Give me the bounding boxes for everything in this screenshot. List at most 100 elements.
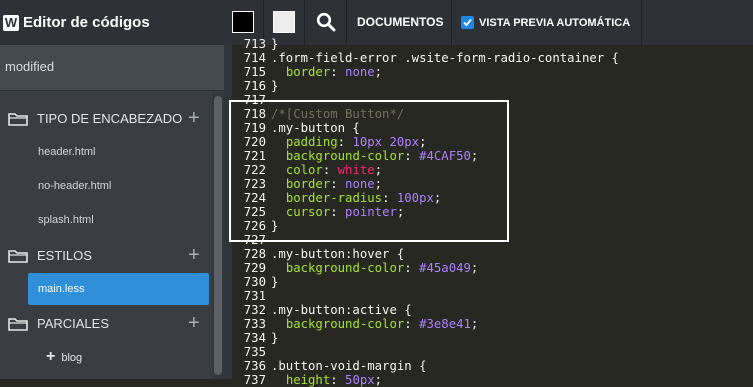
code-token: : (404, 149, 420, 163)
file-sidebar: W Editor de códigos modified TIPO DE ENC… (0, 0, 224, 379)
code-line[interactable] (271, 93, 753, 107)
pane-divider[interactable] (224, 45, 232, 379)
code-token: padding (285, 135, 338, 149)
code-token: white (337, 163, 375, 177)
line-number: 729 (243, 261, 266, 275)
checkbox-checked-icon[interactable] (461, 16, 474, 29)
code-token: : (382, 191, 397, 205)
code-line[interactable]: background-color: #45a049; (271, 261, 753, 275)
code-line[interactable]: } (271, 219, 753, 233)
code-token: ; (374, 65, 383, 79)
folder-label: PARCIALES (37, 315, 110, 331)
code-token: pointer (345, 205, 397, 219)
line-number: 725 (243, 205, 266, 219)
line-number: 722 (243, 163, 266, 177)
line-number: 723 (243, 177, 266, 191)
code-token: background-color (285, 149, 405, 163)
code-line[interactable] (271, 345, 753, 359)
code-line[interactable]: color: white; (271, 163, 753, 177)
line-number: 716 (243, 79, 266, 93)
code-line[interactable]: cursor: pointer; (271, 205, 753, 219)
code-line[interactable] (271, 289, 753, 303)
code-token: : (330, 373, 346, 387)
code-line[interactable]: } (271, 275, 753, 289)
line-number: 713 (243, 37, 266, 51)
expand-plus-icon[interactable]: + (46, 348, 55, 365)
code-token: } (271, 219, 279, 233)
line-number: 726 (243, 219, 266, 233)
file-item-header[interactable]: header.html (0, 136, 212, 168)
code-line[interactable]: border: none; (271, 177, 753, 191)
color-swatch-dark[interactable] (232, 11, 254, 33)
line-number: 733 (243, 317, 266, 331)
code-line[interactable]: } (271, 79, 753, 93)
code-line[interactable] (271, 233, 753, 247)
folder-icon (8, 250, 28, 263)
code-line[interactable]: .form-field-error .wsite-form-radio-cont… (271, 51, 753, 65)
code-token: } (271, 79, 279, 93)
subfolder-blog[interactable]: + blog (0, 341, 212, 373)
code-line[interactable]: } (271, 37, 753, 51)
code-token: : (322, 163, 338, 177)
code-line[interactable]: height: 50px; (271, 373, 753, 387)
add-file-icon[interactable]: + (188, 313, 200, 333)
line-number: 714 (243, 51, 266, 65)
code-line[interactable]: background-color: #4CAF50; (271, 149, 753, 163)
code-token: .form-field-error .wsite-form-radio-cont… (271, 51, 619, 65)
app-header: W Editor de códigos (0, 0, 224, 45)
code-token: : (330, 177, 346, 191)
file-item-splash[interactable]: splash.html (0, 204, 212, 236)
code-line[interactable]: .my-button { (271, 121, 753, 135)
folder-label: ESTILOS (37, 247, 92, 263)
code-token: ; (470, 149, 479, 163)
line-number: 727 (243, 233, 266, 247)
code-line[interactable]: .my-button:active { (271, 303, 753, 317)
code-editor[interactable]: } .form-field-error .wsite-form-radio-con… (271, 37, 753, 387)
line-number: 731 (243, 289, 266, 303)
code-token: color (285, 163, 323, 177)
code-line[interactable]: padding: 10px 20px; (271, 135, 753, 149)
file-tree: TIPO DE ENCABEZADO + header.html no-head… (0, 92, 212, 379)
code-token: cursor (285, 205, 331, 219)
code-token: 50px (345, 373, 375, 387)
color-swatch-light[interactable] (273, 11, 295, 33)
line-number: 719 (243, 121, 266, 135)
code-token: 10px 20px (352, 135, 420, 149)
code-token: } (271, 37, 279, 51)
line-number: 724 (243, 191, 266, 205)
code-line[interactable]: background-color: #3e8e41; (271, 317, 753, 331)
code-line[interactable]: .button-void-margin { (271, 359, 753, 373)
add-file-icon[interactable]: + (188, 108, 200, 128)
code-token: none (345, 65, 375, 79)
add-file-icon[interactable]: + (188, 245, 200, 265)
code-token: ; (419, 135, 427, 149)
folder-styles[interactable]: ESTILOS + (0, 238, 212, 272)
folder-partials[interactable]: PARCIALES + (0, 306, 212, 340)
code-token: .my-button:hover { (271, 247, 405, 261)
code-line[interactable]: border: none; (271, 65, 753, 79)
line-number: 728 (243, 247, 266, 261)
folder-header-types[interactable]: TIPO DE ENCABEZADO + (0, 101, 212, 135)
code-token: background-color (285, 261, 405, 275)
sidebar-scrollbar[interactable] (212, 92, 224, 379)
code-line[interactable]: /*[Custom Button*/ (271, 107, 753, 121)
file-item-main-less[interactable]: main.less (28, 273, 209, 305)
code-token: #3e8e41 (419, 317, 471, 331)
file-item-no-header[interactable]: no-header.html (0, 170, 212, 202)
code-token: ; (396, 205, 405, 219)
code-token: ; (470, 261, 479, 275)
code-line[interactable]: .my-button:hover { (271, 247, 753, 261)
scrollbar-thumb[interactable] (214, 96, 222, 375)
code-token: ; (374, 177, 383, 191)
code-token: .my-button:active { (271, 303, 412, 317)
code-line[interactable]: } (271, 331, 753, 345)
search-icon[interactable] (316, 12, 336, 32)
code-token: ; (470, 317, 479, 331)
code-token: .my-button { (271, 121, 360, 135)
code-line[interactable]: border-radius: 100px; (271, 191, 753, 205)
code-token: #4CAF50 (419, 149, 471, 163)
